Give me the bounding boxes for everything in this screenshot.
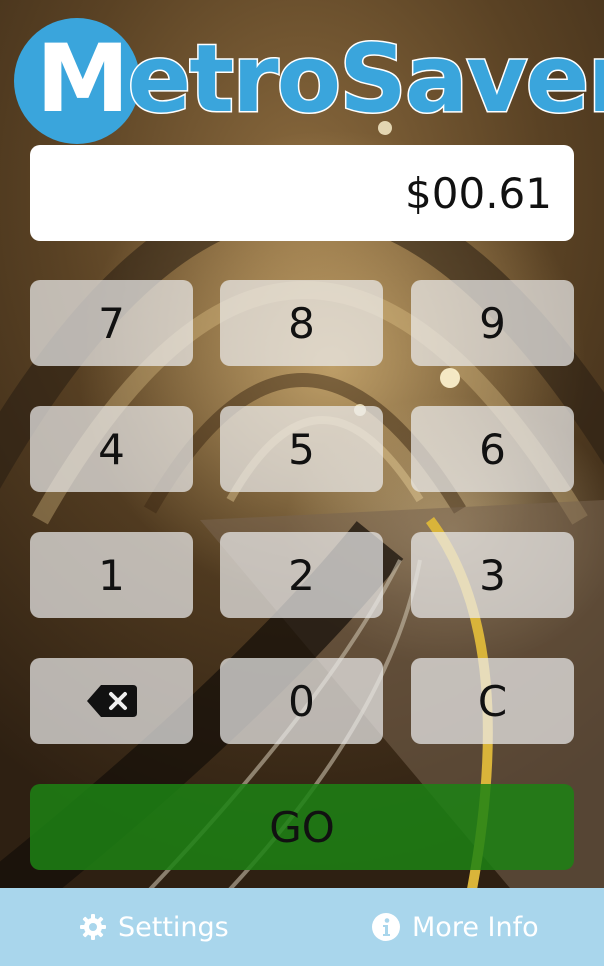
key-6[interactable]: 6: [411, 406, 574, 492]
clear-button[interactable]: C: [411, 658, 574, 744]
key-3[interactable]: 3: [411, 532, 574, 618]
metrosaver-logo: MetroSaver: [14, 18, 604, 148]
backspace-icon: [86, 685, 137, 717]
key-8[interactable]: 8: [220, 280, 383, 366]
backspace-button[interactable]: [30, 658, 193, 744]
settings-button[interactable]: Settings: [80, 888, 229, 966]
more-info-button[interactable]: More Info: [372, 888, 539, 966]
amount-display: $00.61: [30, 145, 574, 241]
footer-bar: Settings More Info: [0, 888, 604, 966]
logo-rest: etroSaver: [126, 24, 604, 136]
logo-text: MetroSaver: [36, 20, 604, 140]
key-7[interactable]: 7: [30, 280, 193, 366]
info-icon: [372, 913, 400, 941]
app-screen: MetroSaver $00.61 7 8 9 4 5 6 1 2 3 0 C …: [0, 0, 604, 966]
key-2[interactable]: 2: [220, 532, 383, 618]
logo-first-letter: M: [36, 25, 130, 134]
gear-icon: [80, 914, 106, 940]
key-0[interactable]: 0: [220, 658, 383, 744]
more-info-label: More Info: [412, 911, 539, 943]
settings-label: Settings: [118, 911, 229, 943]
go-button[interactable]: GO: [30, 784, 574, 870]
key-1[interactable]: 1: [30, 532, 193, 618]
key-4[interactable]: 4: [30, 406, 193, 492]
amount-value: $00.61: [405, 168, 552, 218]
key-5[interactable]: 5: [220, 406, 383, 492]
key-9[interactable]: 9: [411, 280, 574, 366]
